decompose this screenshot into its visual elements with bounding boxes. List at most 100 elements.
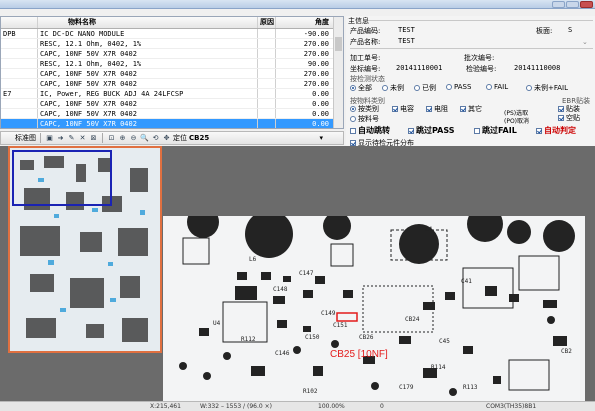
cap-checkbox[interactable]: 电容	[392, 104, 414, 114]
radio-icon	[350, 85, 356, 91]
auto-jump-checkbox[interactable]: 自动跳转	[350, 125, 390, 136]
label-l4: L4	[425, 226, 433, 233]
divider	[368, 20, 593, 21]
dropdown-arrow-icon[interactable]: ⌄	[582, 38, 588, 46]
other-label: 其它	[468, 105, 482, 113]
table-row[interactable]: CAPC, 10NF 50V X7R 0402 270.00	[1, 49, 343, 59]
label-c147: C147	[299, 270, 314, 277]
radio-icon	[414, 85, 420, 91]
inspect-label: 检验编号:	[466, 65, 497, 73]
col-angle-header[interactable]: 角度	[275, 17, 331, 28]
row-angle: 0.00	[275, 89, 331, 98]
status-option-label: PASS	[454, 83, 472, 91]
col-ref-header[interactable]	[1, 17, 37, 28]
res-checkbox[interactable]: 电阻	[426, 104, 448, 114]
standard-view-tab[interactable]: 标准图	[15, 133, 36, 143]
view-toolbar: 标准图 ▣ ➜ ✎ ✕ ⊠ ⊡ ⊕ ⊖ 🔍 ⟲ ✥ 定位 CB25 ▾	[0, 131, 344, 145]
row-angle: 270.00	[275, 79, 331, 88]
label-r102: R102	[303, 388, 318, 395]
status-option[interactable]: 未例+FAIL	[526, 83, 568, 93]
separator	[40, 133, 41, 143]
locate-value[interactable]: CB25	[189, 134, 209, 142]
label-c179: C179	[399, 384, 414, 391]
image-icon[interactable]: ▣	[45, 134, 54, 143]
radio-icon	[350, 116, 356, 122]
radio-icon	[382, 85, 388, 91]
row-name: CAPC, 10NF 50V X7R 0402	[37, 109, 257, 118]
table-row[interactable]: RESC, 12.1 Ohm, 0402, 1% 270.00	[1, 39, 343, 49]
fit-icon[interactable]: ⊡	[107, 134, 116, 143]
row-name: IC, Power, REG BUCK ADJ 4A 24LFCSP	[37, 89, 257, 98]
col-name-header[interactable]: 物料名称	[37, 17, 257, 28]
status-option-label: 已例	[422, 84, 436, 92]
skip-fail-checkbox[interactable]: 跳过FAIL	[474, 125, 517, 136]
label-r112: R112	[241, 336, 256, 343]
board-zoom-view[interactable]: C147 C148 C149 C150 C151 CB24 CB26 C45 C…	[163, 216, 585, 401]
arrow-right-icon[interactable]: ➜	[56, 134, 65, 143]
row-ref	[1, 59, 37, 68]
main-info-group-label: 主信息	[348, 17, 369, 25]
rotate-icon[interactable]: ⟲	[151, 134, 160, 143]
label-u4: U4	[213, 320, 221, 327]
product-code-value: TEST	[398, 26, 415, 34]
board-thumbnail[interactable]	[8, 146, 162, 353]
board-side-label: 板面:	[536, 27, 553, 35]
po-cancel-label[interactable]: (PO)取消	[504, 116, 529, 125]
table-row[interactable]: CAPC, 10NF 50V X7R 0402 270.00	[1, 69, 343, 79]
mount-empty-checkbox[interactable]: 空贴	[558, 113, 580, 123]
zoom-out-icon[interactable]: ⊖	[129, 134, 138, 143]
skip-pass-checkbox[interactable]: 跳过PASS	[408, 125, 454, 136]
delete-icon[interactable]: ✕	[78, 134, 87, 143]
pan-icon[interactable]: ✥	[162, 134, 171, 143]
parts-grid[interactable]: 物料名称 原因 角度 DPB IC DC-DC NANO MODULE -90.00…	[0, 16, 344, 129]
table-row[interactable]: DPB IC DC-DC NANO MODULE -90.00	[1, 29, 343, 39]
table-row[interactable]: CAPC, 10NF 50V X7R 0402 0.00	[1, 109, 343, 119]
row-angle: 270.00	[275, 39, 331, 48]
by-material-label: 按料号	[358, 115, 379, 123]
product-code-label: 产品编码:	[350, 27, 381, 35]
pcb-canvas[interactable]: C147 C148 C149 C150 C151 CB24 CB26 C45 C…	[0, 146, 595, 401]
table-row[interactable]: RESC, 12.1 Ohm, 0402, 1% 90.00	[1, 59, 343, 69]
row-reason	[257, 69, 275, 78]
close-button[interactable]	[580, 1, 593, 8]
maximize-button[interactable]	[566, 1, 579, 8]
grid-scrollbar[interactable]	[333, 17, 343, 128]
row-name: CAPC, 10NF 50V X7R 0402	[37, 69, 257, 78]
by-category-radio[interactable]: 按类别	[350, 104, 379, 114]
table-row[interactable]: CAPC, 10NF 50V X7R 0402 0.00	[1, 119, 343, 128]
label-c146: C146	[275, 350, 290, 357]
row-angle: 0.00	[275, 99, 331, 108]
compare-icon[interactable]: ⊠	[89, 134, 98, 143]
label-c45: C45	[439, 338, 450, 345]
table-row[interactable]: CAPC, 10NF 50V X7R 0402 0.00	[1, 99, 343, 109]
grid-body: DPB IC DC-DC NANO MODULE -90.00 RESC, 12.1 …	[1, 29, 343, 128]
edit-icon[interactable]: ✎	[67, 134, 76, 143]
board-graphic	[179, 216, 575, 396]
row-angle: 270.00	[275, 69, 331, 78]
by-material-radio[interactable]: 按料号	[350, 114, 379, 124]
table-row[interactable]: CAPC, 10NF 50V X7R 0402 270.00	[1, 79, 343, 89]
label-r113: R113	[463, 384, 478, 391]
status-option[interactable]: PASS	[446, 83, 471, 91]
col-reason-header[interactable]: 原因	[257, 17, 275, 28]
scroll-thumb[interactable]	[335, 37, 342, 51]
status-option[interactable]: FAIL	[486, 83, 508, 91]
label-c149: C149	[321, 310, 336, 317]
search-icon[interactable]: 🔍	[140, 134, 149, 143]
row-reason	[257, 49, 275, 58]
status-option[interactable]: 已例	[414, 83, 436, 93]
row-name: RESC, 12.1 Ohm, 0402, 1%	[37, 59, 257, 68]
minimize-button[interactable]	[552, 1, 565, 8]
dropdown-arrow-icon[interactable]: ▾	[319, 134, 323, 142]
other-checkbox[interactable]: 其它	[460, 104, 482, 114]
status-option-label: 未例+FAIL	[534, 84, 569, 92]
table-row[interactable]: E7 IC, Power, REG BUCK ADJ 4A 24LFCSP 0.00	[1, 89, 343, 99]
divider	[350, 48, 593, 49]
row-name: CAPC, 10NF 50V X7R 0402	[37, 49, 257, 58]
checkbox-icon	[558, 115, 564, 121]
auto-locate-checkbox[interactable]: 自动判定	[536, 125, 576, 136]
zoom-in-icon[interactable]: ⊕	[118, 134, 127, 143]
thumbnail-viewport[interactable]	[12, 150, 112, 206]
status-option[interactable]: 未例	[382, 83, 404, 93]
status-option[interactable]: 全部	[350, 83, 372, 93]
